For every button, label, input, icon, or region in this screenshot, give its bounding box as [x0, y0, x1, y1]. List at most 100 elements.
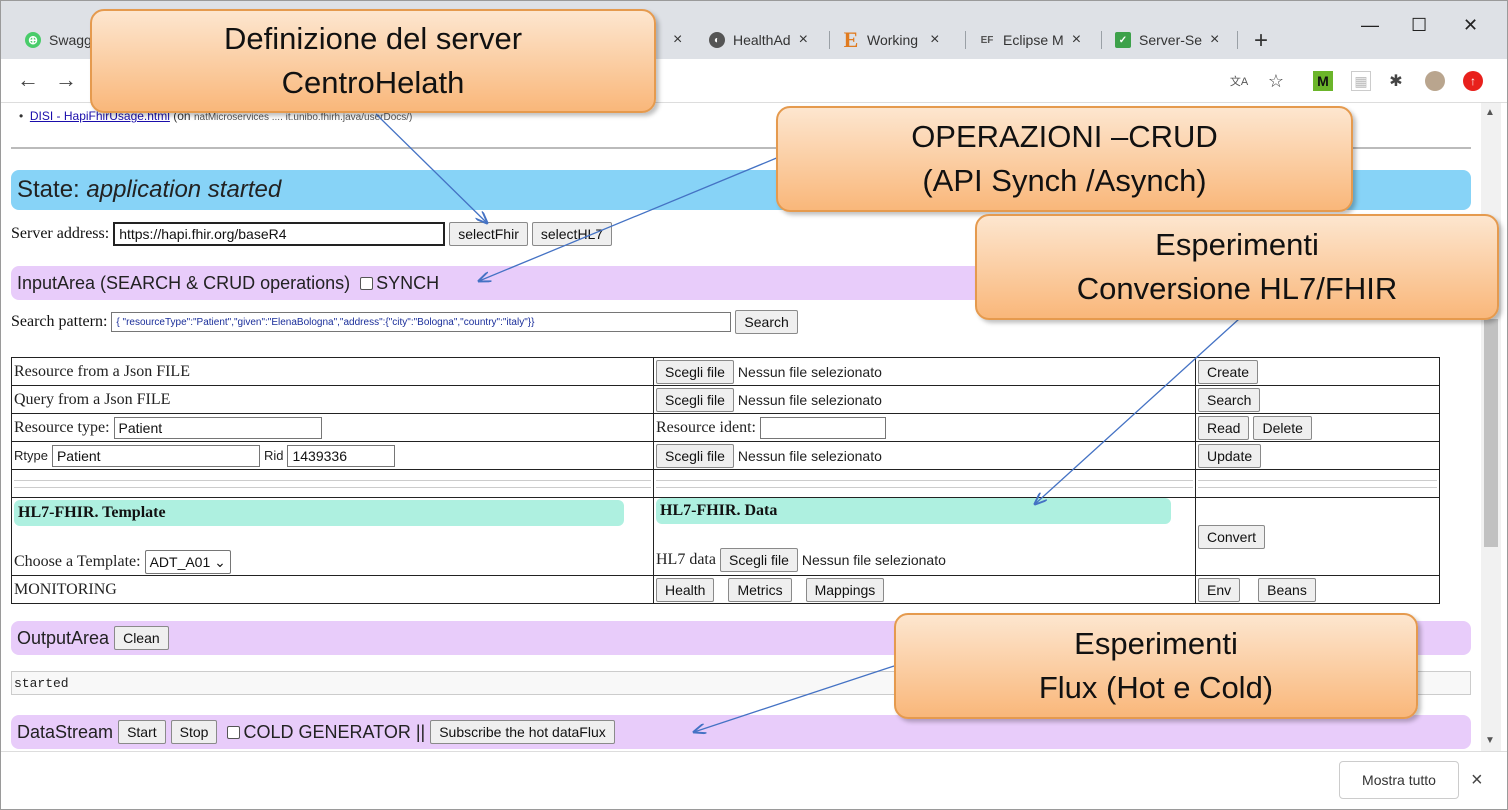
tab-separator	[829, 31, 830, 49]
avatar[interactable]	[1425, 71, 1445, 91]
state-label: State:	[17, 176, 80, 203]
forward-icon[interactable]: →	[55, 67, 77, 93]
resource-ident-label: Resource ident:	[656, 418, 756, 436]
synch-label: SYNCH	[376, 272, 440, 293]
tab-separator	[1237, 31, 1238, 49]
callout-server-definition: Definizione del server CentroHelath	[90, 9, 656, 113]
no-file-text: Nessun file selezionato	[737, 363, 882, 380]
tab-server[interactable]: ✓ Server-Se ×	[1115, 23, 1219, 57]
resource-ident-input[interactable]	[759, 416, 886, 439]
action-cell: Read Delete	[1195, 413, 1440, 442]
row-label: Resource from a Json FILE	[11, 357, 654, 386]
show-all-button[interactable]: Mostra tutto	[1339, 761, 1459, 799]
back-icon[interactable]: ←	[17, 67, 39, 93]
mappings-button[interactable]: Mappings	[805, 577, 885, 602]
download-bar-close-icon[interactable]: ×	[1471, 769, 1483, 792]
datastream-title: DataStream	[17, 721, 114, 742]
no-file-text: Nessun file selezionato	[737, 447, 882, 464]
close-icon[interactable]: ×	[930, 31, 939, 49]
m-extension-icon[interactable]: M	[1313, 71, 1333, 91]
update-icon[interactable]: ↑	[1463, 71, 1483, 91]
tab-label: Server-Se	[1139, 32, 1203, 48]
puzzle-icon[interactable]: ✱	[1386, 71, 1406, 91]
callout-line: Esperimenti	[1074, 626, 1238, 661]
grid-extension-icon[interactable]: ▦	[1351, 71, 1371, 91]
callout-crud-operations: OPERAZIONI –CRUD (API Synch /Asynch)	[776, 106, 1353, 212]
choose-file-button[interactable]: Scegli file	[656, 443, 734, 468]
close-icon[interactable]: ×	[1072, 31, 1081, 49]
stop-button[interactable]: Stop	[170, 720, 218, 744]
delete-button[interactable]: Delete	[1253, 415, 1312, 440]
tab-separator	[1101, 31, 1102, 49]
subscribe-button[interactable]: Subscribe the hot dataFlux	[430, 720, 615, 744]
server-row: Server address: https://hapi.fhir.org/ba…	[11, 222, 613, 246]
callout-line: Definizione del server	[223, 21, 523, 56]
e-icon: E	[843, 27, 859, 52]
health-button[interactable]: Health	[656, 577, 715, 602]
search-file-button[interactable]: Search	[1198, 387, 1261, 412]
close-icon[interactable]: ×	[799, 31, 808, 49]
ef-icon: EF	[980, 34, 994, 46]
update-button[interactable]: Update	[1198, 443, 1262, 468]
cold-generator-checkbox[interactable]	[227, 725, 241, 739]
minimize-icon[interactable]: —	[1361, 15, 1379, 36]
screen: ⊕ Swagg × ◐ HealthAd × E Working × EF Ec…	[0, 0, 1508, 810]
table-row: MONITORING Health Metrics Mappings Env Bean…	[11, 575, 1440, 604]
link-path: natMicroservices .... it.unibo.fhirh.jav…	[193, 112, 413, 123]
tab-eclipse[interactable]: EF Eclipse M ×	[979, 23, 1081, 57]
scrollbar-thumb[interactable]	[1484, 319, 1498, 547]
tab-swagger[interactable]: ⊕ Swagg	[25, 23, 92, 57]
server-address-input[interactable]: https://hapi.fhir.org/baseR4	[113, 222, 446, 246]
convert-cell: Convert	[1195, 497, 1440, 576]
choose-file-button[interactable]: Scegli file	[656, 387, 734, 412]
rtype-input[interactable]: Patient	[51, 444, 260, 467]
window-close-icon[interactable]: ✕	[1463, 15, 1478, 36]
close-icon[interactable]: ×	[673, 31, 682, 49]
rid-input[interactable]: 1439336	[287, 444, 396, 467]
file-cell: Scegli file Nessun file selezionato	[653, 357, 1196, 386]
table-row: Resource from a Json FILE Scegli file Nes…	[11, 357, 1440, 386]
monitoring-label: MONITORING	[11, 575, 654, 604]
choose-file-button[interactable]: Scegli file	[719, 548, 798, 572]
template-select[interactable]: ADT_A01 ⌄	[144, 550, 231, 574]
rid-label: Rid	[263, 448, 284, 463]
tab-label: Eclipse M	[1003, 32, 1064, 48]
read-button[interactable]: Read	[1198, 415, 1250, 440]
create-button[interactable]: Create	[1198, 359, 1259, 384]
file-cell: Scegli file Nessun file selezionato	[653, 441, 1196, 470]
synch-checkbox[interactable]	[360, 276, 374, 290]
maximize-icon[interactable]: ☐	[1411, 15, 1427, 36]
new-tab-button[interactable]: +	[1254, 27, 1268, 55]
choose-file-button[interactable]: Scegli file	[656, 359, 734, 384]
tab-healthad[interactable]: ◐ HealthAd ×	[709, 23, 808, 57]
callout-line: OPERAZIONI –CRUD	[911, 119, 1218, 154]
translate-icon[interactable]: 文A	[1229, 71, 1249, 91]
template-value: ADT_A01	[149, 554, 211, 570]
file-cell: Scegli file Nessun file selezionato	[653, 385, 1196, 414]
convert-button[interactable]: Convert	[1198, 524, 1266, 549]
star-icon[interactable]: ☆	[1266, 71, 1286, 91]
search-button[interactable]: Search	[735, 310, 798, 334]
beans-button[interactable]: Beans	[1258, 577, 1316, 602]
select-fhir-button[interactable]: selectFhir	[449, 222, 528, 246]
datastream-bar: DataStream Start Stop COLD GENERATOR || …	[11, 715, 1471, 749]
tab-label: HealthAd	[733, 32, 791, 48]
search-pattern-input[interactable]: { "resourceType":"Patient","given":"Elen…	[111, 312, 732, 332]
table-row: Resource type: Patient Resource ident: Re…	[11, 413, 1440, 442]
clean-button[interactable]: Clean	[114, 626, 169, 650]
scroll-up-icon[interactable]: ▲	[1485, 107, 1495, 118]
resource-type-cell: Resource type: Patient	[11, 413, 654, 442]
select-hl7-button[interactable]: selectHL7	[531, 222, 613, 246]
tab-close-1[interactable]: ×	[665, 23, 682, 57]
start-button[interactable]: Start	[118, 720, 166, 744]
close-icon[interactable]: ×	[1210, 31, 1219, 49]
env-button[interactable]: Env	[1198, 577, 1241, 602]
table-row: HL7-FHIR. Template Choose a Template: ADT…	[11, 497, 1440, 576]
state-value: application started	[86, 176, 282, 203]
resource-type-input[interactable]: Patient	[113, 416, 322, 439]
callout-line: Flux (Hot e Cold)	[1038, 670, 1274, 705]
metrics-button[interactable]: Metrics	[728, 577, 792, 602]
scroll-down-icon[interactable]: ▼	[1485, 735, 1495, 746]
tab-working[interactable]: E Working ×	[843, 23, 940, 57]
callout-flux-experiments: Esperimenti Flux (Hot e Cold)	[894, 613, 1418, 719]
